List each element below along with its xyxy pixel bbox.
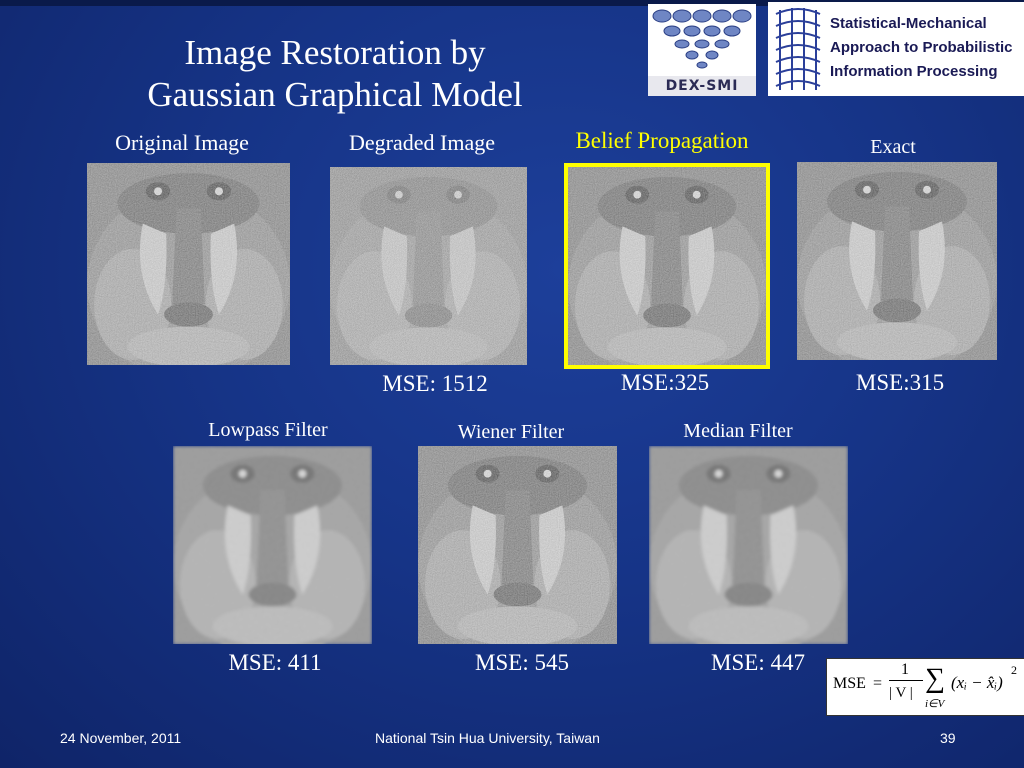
smapip-line-2: Approach to Probabilistic <box>830 39 1013 56</box>
caption-exact: Exact <box>870 136 916 158</box>
caption-original-image: Original Image <box>115 130 249 155</box>
dex-smi-dots-icon <box>652 9 752 69</box>
mse-median: MSE: 447 <box>711 650 805 675</box>
footer-institution: National Tsin Hua University, Taiwan <box>375 730 600 746</box>
formula-denominator: | V | <box>889 685 913 701</box>
formula-lhs: MSE <box>833 675 866 692</box>
formula-fraction-bar <box>889 680 923 681</box>
mse-exact: MSE:315 <box>855 370 945 395</box>
exact-image <box>797 162 997 360</box>
smapip-line-1: Statistical-Mechanical <box>830 15 987 32</box>
slide-title: Image Restoration by Gaussian Graphical … <box>100 32 570 116</box>
caption-degraded-image: Degraded Image <box>349 130 495 155</box>
formula-body: (xᵢ − x̂ᵢ) <box>951 673 1003 692</box>
title-line-1: Image Restoration by <box>184 33 486 72</box>
footer-date: 24 November, 2011 <box>60 730 182 746</box>
formula-subscript: i∈V <box>925 698 945 710</box>
mse-lowpass: MSE: 411 <box>228 650 322 675</box>
caption-belief-propagation: Belief Propagation <box>575 128 749 153</box>
degraded-image <box>330 167 527 365</box>
formula-numerator: 1 <box>901 661 909 678</box>
dex-smi-logo: DEX-SMI <box>648 4 756 96</box>
caption-median-filter: Median Filter <box>683 420 793 442</box>
lowpass-filter-image <box>173 446 372 644</box>
mse-formula-box: MSE = 1 | V | ∑ i∈V (xᵢ − x̂ᵢ) 2 <box>826 658 1024 716</box>
smapip-line-3: Information Processing <box>830 63 998 80</box>
slide-number: 39 <box>940 730 956 746</box>
caption-wiener-filter: Wiener Filter <box>457 421 565 443</box>
original-image <box>87 163 290 365</box>
belief-propagation-image <box>568 167 766 365</box>
formula-equals: = <box>873 675 883 692</box>
smapip-logo: Statistical-Mechanical Approach to Proba… <box>768 2 1024 96</box>
mse-belief-propagation: MSE:325 <box>620 370 710 395</box>
smapip-logo-text: Statistical-Mechanical Approach to Proba… <box>830 12 1020 84</box>
wiener-filter-image <box>418 446 617 644</box>
formula-power: 2 <box>1011 663 1017 677</box>
caption-lowpass-filter: Lowpass Filter <box>208 419 328 441</box>
mse-wiener: MSE: 545 <box>475 650 569 675</box>
smapip-lattice-icon <box>775 8 821 90</box>
formula-sigma: ∑ <box>925 663 945 694</box>
mse-degraded: MSE: 1512 <box>382 371 488 396</box>
dex-smi-logo-text: DEX-SMI <box>648 76 756 96</box>
median-filter-image <box>649 446 848 644</box>
title-line-2: Gaussian Graphical Model <box>147 75 523 114</box>
